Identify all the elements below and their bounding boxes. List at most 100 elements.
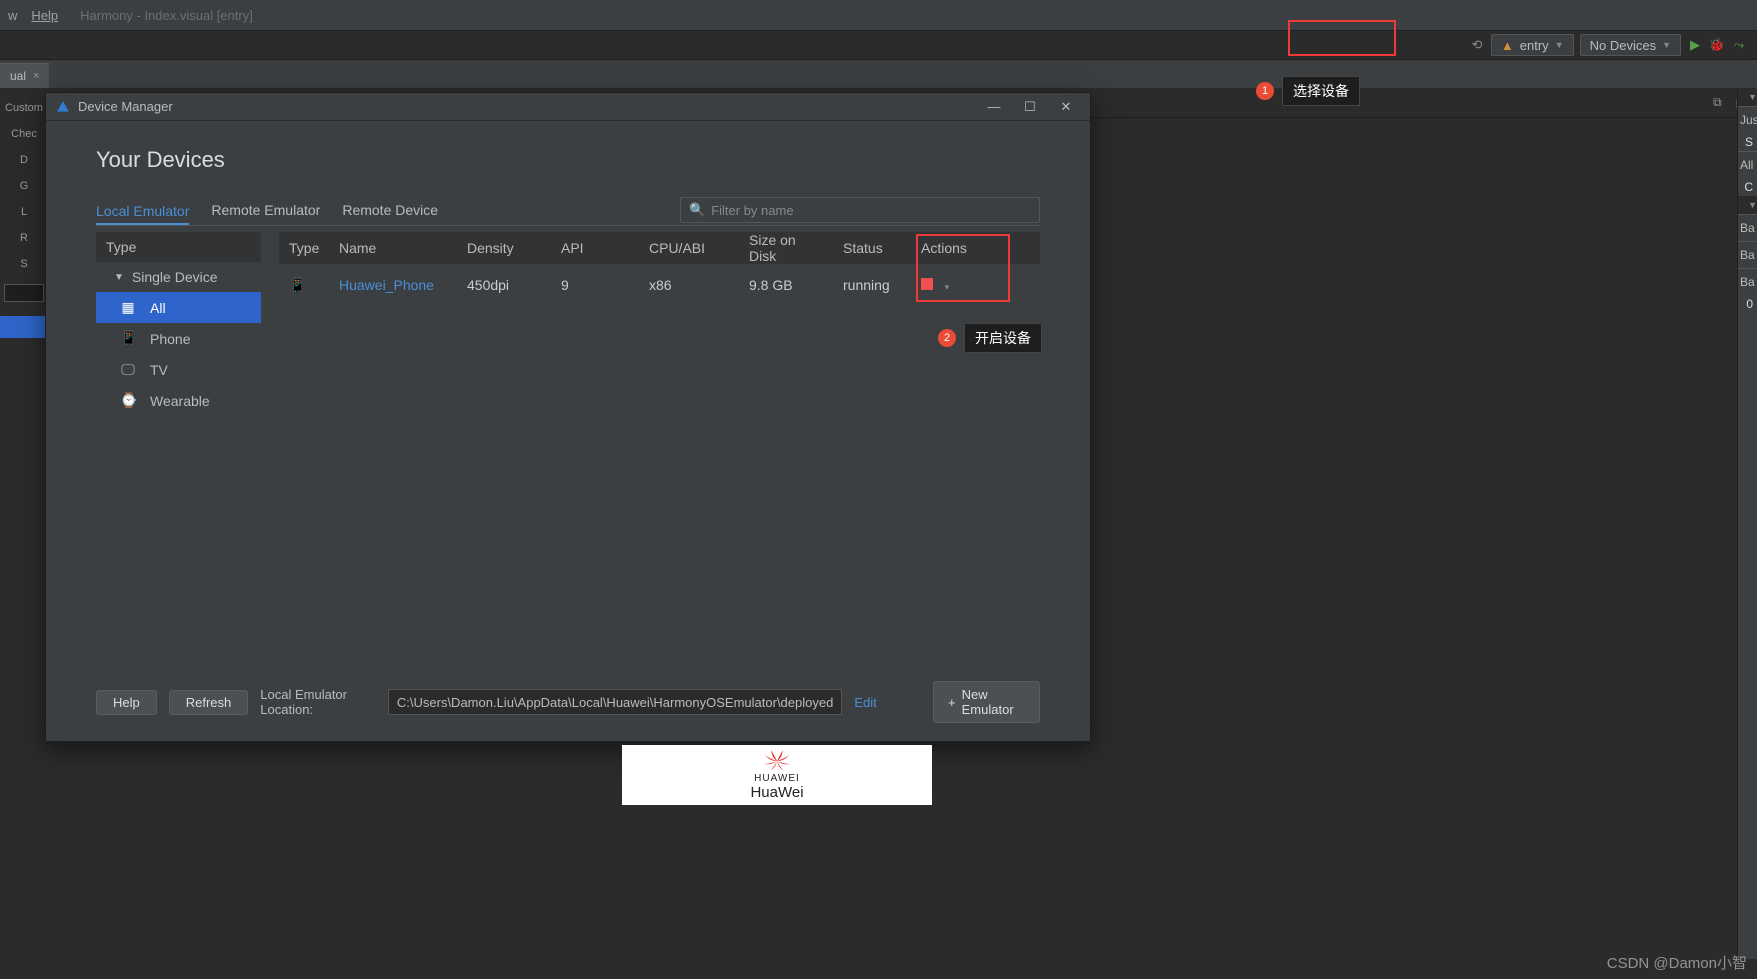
sidebar-item-label: Wearable [150,393,210,409]
annotation-1: 1 选择设备 [1256,76,1360,106]
cell-status: running [833,277,911,293]
chevron-down-icon: ▼ [1555,40,1564,50]
debug-icon[interactable]: 🐞 [1709,37,1725,53]
filter-placeholder: Filter by name [711,203,793,218]
panel-input[interactable] [4,284,44,302]
sync-icon[interactable]: ⟲ [1469,37,1485,53]
tab-remote-emulator[interactable]: Remote Emulator [211,198,320,222]
cell-density: 450dpi [457,277,551,293]
chevron-down-icon[interactable]: ▼ [1748,92,1757,102]
stop-button[interactable] [921,278,933,290]
close-icon[interactable]: × [33,70,39,82]
col-type: Type [279,240,329,256]
plus-icon: + [948,695,956,710]
grid-icon: ▦ [120,299,136,316]
sidebar-item-label: Phone [150,331,190,347]
prop-ba: Ba [1738,268,1757,295]
panel-label-custom: Custom [5,102,43,114]
minimize-button[interactable]: — [980,99,1008,114]
badge-number: 1 [1256,82,1274,100]
dialog-titlebar: Device Manager — ☐ ✕ [46,93,1090,121]
huawei-name: HuaWei [750,784,803,801]
col-actions: Actions [911,240,1009,256]
device-label: No Devices [1590,38,1656,53]
prop-ba: Ba [1738,214,1757,241]
prop-justify: Jus [1738,106,1757,133]
sidebar-header: Type [96,232,261,262]
prop-value: C [1738,178,1757,196]
maximize-button[interactable]: ☐ [1016,99,1044,115]
category-label: Single Device [132,269,218,285]
right-panel: ▼ Jus S All C ▼ Ba Ba Ba 0 [1737,88,1757,959]
sidebar-item-wearable[interactable]: ⌚ Wearable [96,385,261,416]
annotation-2: 2 开启设备 [938,323,1042,353]
module-selector[interactable]: ▲ entry ▼ [1491,34,1574,56]
editor-tabs: ual × [0,60,1757,88]
cell-api: 9 [551,277,639,293]
dialog-title: Device Manager [78,99,173,114]
chevron-down-icon: ▼ [1662,40,1671,50]
sidebar-item-all[interactable]: ▦All [96,292,261,323]
edit-link[interactable]: Edit [854,695,876,710]
hammer-icon: ▲ [1501,38,1514,53]
module-label: entry [1520,38,1549,53]
col-density: Density [457,240,551,256]
menu-help[interactable]: Help [31,8,58,23]
device-name-link[interactable]: Huawei_Phone [329,277,457,293]
table-row: 📱 Huawei_Phone 450dpi 9 x86 9.8 GB runni… [279,264,1040,306]
sidebar-item-phone[interactable]: 📱 Phone [96,323,261,354]
phone-icon: 📱 [120,330,136,347]
panel-letter: R [20,232,28,244]
sidebar-item-tv[interactable]: 🖵 TV [96,354,261,385]
phone-icon: 📱 [289,277,306,293]
badge-number: 2 [938,329,956,347]
chevron-down-icon[interactable]: ▾ [945,282,950,292]
tab-remote-device[interactable]: Remote Device [342,198,438,222]
tab-index-visual[interactable]: ual × [0,63,49,88]
annotation-text: 开启设备 [964,323,1042,353]
profile-icon[interactable]: ⤳ [1731,37,1747,53]
annotation-text: 选择设备 [1282,76,1360,106]
watermark: CSDN @Damon小智 [1607,952,1747,973]
search-icon: 🔍 [689,202,705,218]
cell-size: 9.8 GB [739,277,833,293]
menu-bar: w Help Harmony - Index.visual [entry] [0,0,1757,30]
run-icon[interactable]: ▶ [1687,37,1703,53]
chevron-down-icon[interactable]: ▼ [1748,200,1757,210]
col-status: Status [833,240,911,256]
dialog-footer: Help Refresh Local Emulator Location: C:… [46,673,1090,741]
tv-icon: 🖵 [120,361,136,378]
device-table: Type Name Density API CPU/ABI Size on Di… [279,232,1040,661]
sidebar-category[interactable]: ▼ Single Device [96,262,261,292]
huawei-logo-icon [762,750,792,772]
filter-input[interactable]: 🔍 Filter by name [680,197,1040,223]
device-manager-dialog: Device Manager — ☐ ✕ Your Devices Local … [45,92,1091,742]
page-heading: Your Devices [96,147,1040,173]
menu-window[interactable]: w [8,8,17,23]
prop-ba: Ba [1738,241,1757,268]
type-sidebar: Type ▼ Single Device ▦All 📱 Phone 🖵 TV ⌚ We… [96,232,261,661]
new-label: New Emulator [962,687,1025,717]
layout-icon[interactable]: ⧉ [1713,95,1722,110]
panel-selection[interactable] [0,316,48,338]
source-tabs: Local Emulator Remote Emulator Remote De… [96,197,1040,226]
watch-icon: ⌚ [120,392,136,409]
new-emulator-button[interactable]: + New Emulator [933,681,1040,723]
app-title: Harmony - Index.visual [entry] [80,8,253,23]
device-selector[interactable]: No Devices ▼ [1580,34,1681,56]
table-header: Type Name Density API CPU/ABI Size on Di… [279,232,1040,264]
panel-letter: G [20,180,29,192]
left-panel: Custom Chec D G L R S [0,88,48,979]
prop-value: S [1738,133,1757,151]
close-button[interactable]: ✕ [1052,99,1080,115]
refresh-button[interactable]: Refresh [169,690,249,715]
help-button[interactable]: Help [96,690,157,715]
panel-label-check: Chec [11,128,37,140]
location-path[interactable]: C:\Users\Damon.Liu\AppData\Local\Huawei\… [388,689,842,715]
tab-local-emulator[interactable]: Local Emulator [96,199,189,225]
prop-align: All [1738,151,1757,178]
sidebar-item-label: TV [150,362,168,378]
cell-cpu: x86 [639,277,739,293]
main-toolbar: ⟲ ▲ entry ▼ No Devices ▼ ▶ 🐞 ⤳ [0,30,1757,60]
tab-label: ual [10,69,26,83]
